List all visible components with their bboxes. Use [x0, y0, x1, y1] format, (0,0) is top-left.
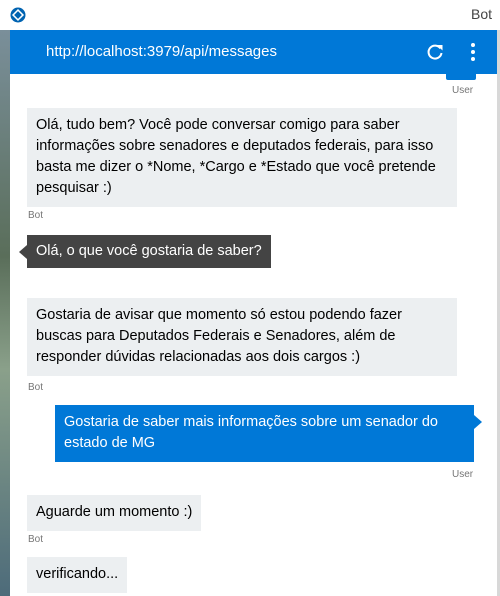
message-meta-bot: Bot: [28, 382, 44, 393]
bot-message[interactable]: Aguarde um momento :): [27, 495, 202, 531]
message-meta-user: User: [452, 85, 474, 96]
message-meta-bot: Bot: [28, 210, 44, 221]
window-titlebar: Bot: [0, 0, 500, 31]
message-meta-bot: Bot: [28, 534, 44, 545]
chat-window: http://localhost:3979/api/messages User …: [10, 30, 497, 596]
bot-message-selected[interactable]: Olá, o que você gostaria de saber?: [19, 235, 271, 268]
user-message-clipped[interactable]: [446, 74, 476, 80]
bot-message[interactable]: verificando...: [27, 557, 128, 593]
chat-header: http://localhost:3979/api/messages: [10, 30, 497, 74]
user-message[interactable]: Gostaria de saber mais informações sobre…: [55, 405, 482, 462]
bot-message[interactable]: Olá, tudo bem? Você pode conversar comig…: [27, 108, 457, 207]
message-meta-user: User: [452, 469, 474, 480]
bot-emulator-icon: [10, 7, 26, 23]
desktop-background: [0, 30, 10, 596]
more-vert-icon[interactable]: [467, 41, 479, 63]
refresh-icon[interactable]: [425, 42, 445, 62]
endpoint-url: http://localhost:3979/api/messages: [46, 43, 277, 60]
window-title: Bot: [470, 6, 492, 22]
bot-message[interactable]: Gostaria de avisar que momento só estou …: [27, 298, 457, 376]
